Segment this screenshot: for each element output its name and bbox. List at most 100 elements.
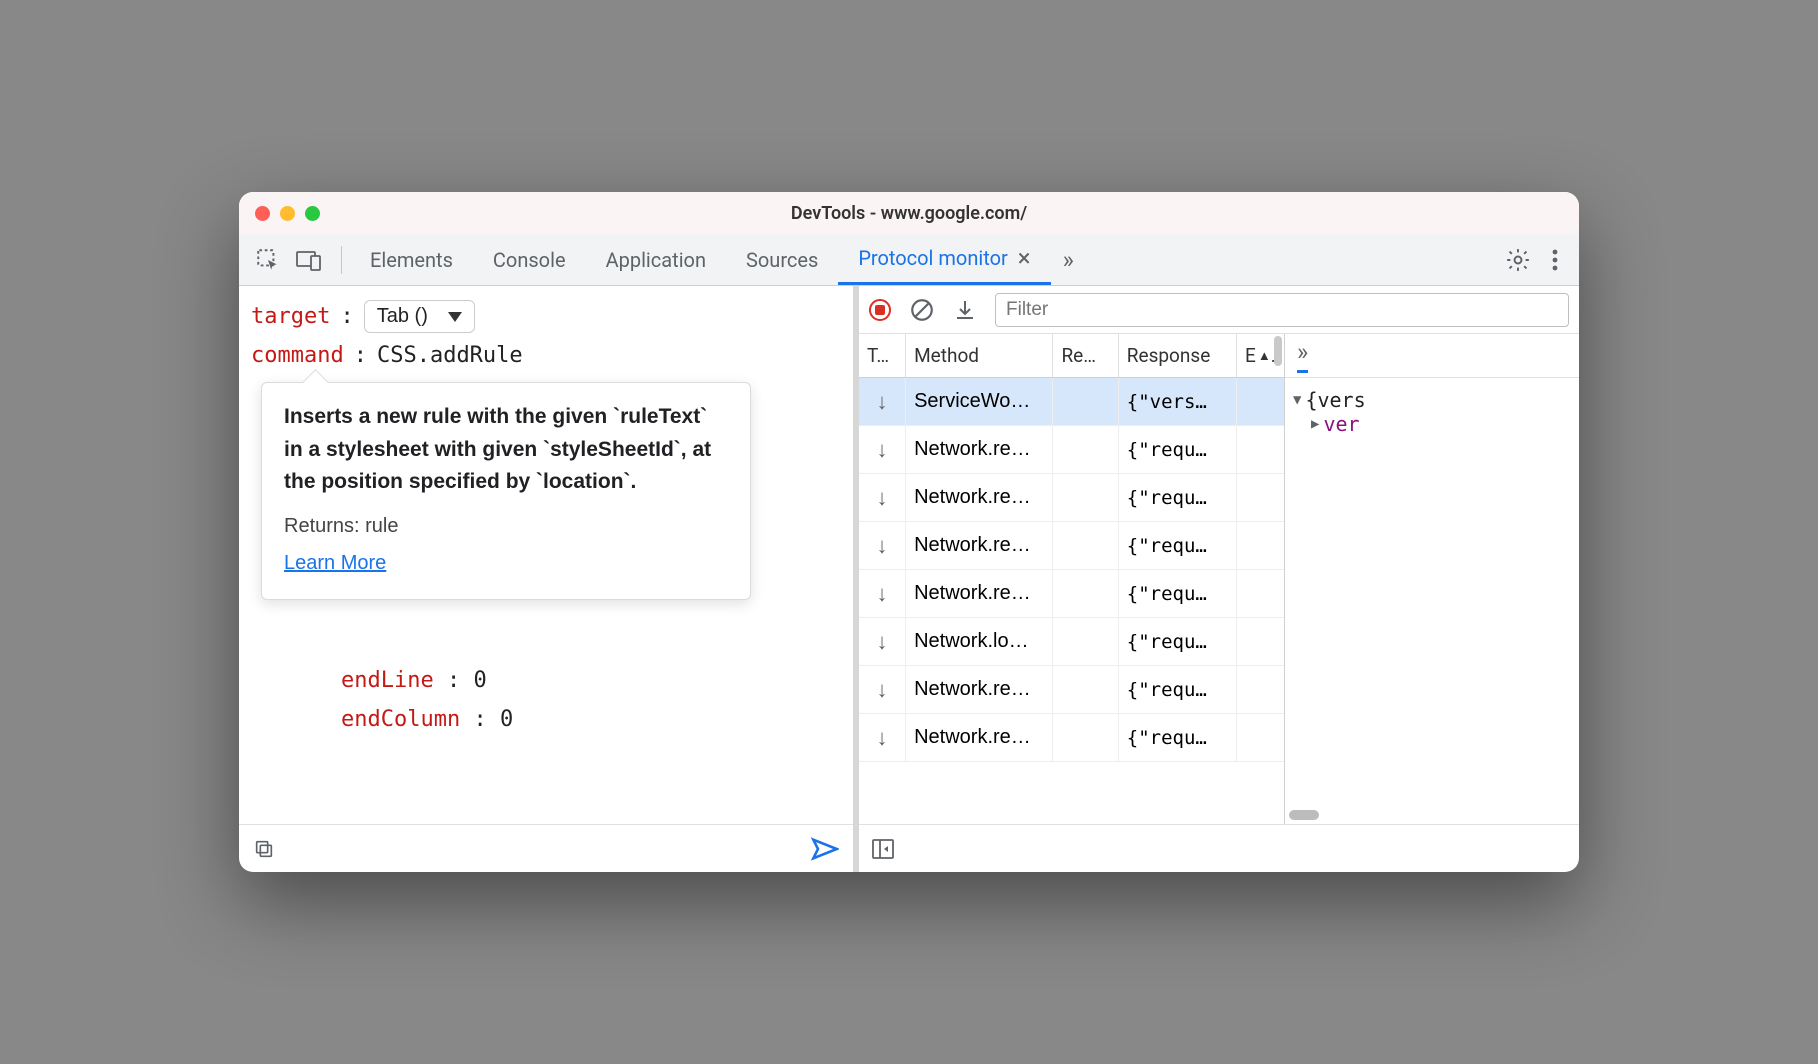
vertical-scrollbar-thumb[interactable] <box>1274 336 1282 366</box>
detail-pane: » ▼ {vers ▶ ver <box>1284 334 1579 824</box>
cell-direction: ↓ <box>859 618 906 665</box>
more-tabs-chevrons-icon[interactable]: » <box>1063 246 1074 274</box>
command-footer <box>239 824 853 872</box>
cell-elapsed <box>1237 570 1284 617</box>
cell-response: {"requ… <box>1119 714 1237 761</box>
horizontal-scrollbar[interactable] <box>1289 810 1575 820</box>
clear-button[interactable] <box>909 297 935 323</box>
tooltip-learn-more-link[interactable]: Learn More <box>284 548 728 579</box>
cell-method: Network.re… <box>906 714 1053 761</box>
target-select[interactable]: Tab () <box>364 300 475 333</box>
target-line: target: Tab () <box>251 300 841 333</box>
window-title: DevTools - www.google.com/ <box>791 203 1027 224</box>
copy-icon[interactable] <box>253 838 275 860</box>
param-value: : 0 <box>460 707 513 732</box>
cell-elapsed <box>1237 618 1284 665</box>
cell-direction: ↓ <box>859 426 906 473</box>
tab-console[interactable]: Console <box>473 234 586 285</box>
cell-method: Network.re… <box>906 570 1053 617</box>
table-row[interactable]: ↓Network.re… {"requ… <box>859 426 1284 474</box>
tooltip-description: Inserts a new rule with the given `ruleT… <box>284 401 728 499</box>
divider <box>341 246 342 274</box>
param-key: endColumn <box>341 707 460 732</box>
table-row[interactable]: ↓Network.re… {"requ… <box>859 714 1284 762</box>
cell-response: {"requ… <box>1119 570 1237 617</box>
cell-method: ServiceWo… <box>906 378 1053 425</box>
target-select-value: Tab () <box>377 305 428 328</box>
cell-request <box>1053 714 1118 761</box>
close-tab-icon[interactable]: × <box>1018 244 1031 272</box>
table-row[interactable]: ↓ServiceWo… {"vers… <box>859 378 1284 426</box>
monitor-toolbar <box>859 286 1579 334</box>
tab-elements[interactable]: Elements <box>350 234 473 285</box>
cell-response: {"requ… <box>1119 666 1237 713</box>
cell-direction: ↓ <box>859 714 906 761</box>
tab-protocol-monitor[interactable]: Protocol monitor × <box>838 234 1050 285</box>
detail-more-chevrons-icon[interactable]: » <box>1297 338 1308 373</box>
expand-triangle-icon: ▼ <box>1293 392 1301 408</box>
param-line[interactable]: endColumn : 0 <box>341 707 841 732</box>
maximize-window-button[interactable] <box>305 206 320 221</box>
cell-method: Network.re… <box>906 522 1053 569</box>
column-header-response[interactable]: Response <box>1119 334 1237 377</box>
cell-method: Network.re… <box>906 666 1053 713</box>
cell-response: {"requ… <box>1119 474 1237 521</box>
toggle-sidebar-icon[interactable] <box>871 838 895 860</box>
table-row[interactable]: ↓Network.re…{"requ… <box>859 522 1284 570</box>
param-line[interactable]: endLine : 0 <box>341 668 841 693</box>
cell-method: Network.re… <box>906 426 1053 473</box>
traffic-lights <box>255 206 320 221</box>
param-value: : 0 <box>434 668 487 693</box>
filter-input[interactable] <box>995 293 1569 327</box>
cell-response: {"requ… <box>1119 618 1237 665</box>
column-header-request[interactable]: Re… <box>1053 334 1118 377</box>
table-row[interactable]: ↓Network.re… {"requ… <box>859 474 1284 522</box>
send-command-button[interactable] <box>811 837 839 861</box>
device-toolbar-icon[interactable] <box>295 248 323 272</box>
cell-response: {"requ… <box>1119 426 1237 473</box>
record-button[interactable] <box>869 299 891 321</box>
events-table: T… Method Re… Response E▲. ↓ServiceWo…{"… <box>859 334 1284 824</box>
cell-elapsed <box>1237 378 1284 425</box>
cell-method: Network.re… <box>906 474 1053 521</box>
minimize-window-button[interactable] <box>280 206 295 221</box>
table-row[interactable]: ↓Network.re… {"requ… <box>859 666 1284 714</box>
download-button[interactable] <box>953 298 977 322</box>
tab-application[interactable]: Application <box>586 234 726 285</box>
scrollbar-thumb[interactable] <box>1289 810 1319 820</box>
inspect-element-icon[interactable] <box>255 247 281 273</box>
more-options-kebab-icon[interactable] <box>1551 248 1559 272</box>
table-row[interactable]: ↓Network.lo…{"requ… <box>859 618 1284 666</box>
column-header-type[interactable]: T… <box>859 334 906 377</box>
tab-label: Application <box>606 248 706 272</box>
tree-child-key: ver <box>1323 412 1359 436</box>
main-content: target: Tab () command: CSS.addRule Inse… <box>239 286 1579 872</box>
cell-response: {"vers… <box>1119 378 1237 425</box>
cell-direction: ↓ <box>859 474 906 521</box>
command-tooltip: Inserts a new rule with the given `ruleT… <box>261 382 751 600</box>
tab-label: Protocol monitor <box>858 246 1007 270</box>
command-value[interactable]: CSS.addRule <box>377 343 523 368</box>
tab-label: Console <box>493 248 566 272</box>
cell-elapsed <box>1237 474 1284 521</box>
command-label: command <box>251 343 344 368</box>
table-row[interactable]: ↓Network.re… {"requ… <box>859 570 1284 618</box>
devtools-tabs-bar: ElementsConsoleApplicationSourcesProtoco… <box>239 234 1579 286</box>
close-window-button[interactable] <box>255 206 270 221</box>
param-key: endLine <box>341 668 434 693</box>
cell-direction: ↓ <box>859 378 906 425</box>
cell-elapsed <box>1237 426 1284 473</box>
tree-child[interactable]: ▶ ver <box>1311 412 1571 436</box>
detail-tabs: » <box>1285 334 1579 378</box>
column-header-method[interactable]: Method <box>906 334 1053 377</box>
tree-root[interactable]: ▼ {vers <box>1293 388 1571 412</box>
cell-direction: ↓ <box>859 570 906 617</box>
tab-sources[interactable]: Sources <box>726 234 838 285</box>
expand-triangle-icon: ▶ <box>1311 416 1319 432</box>
devtools-window: DevTools - www.google.com/ Elements Conso… <box>239 192 1579 872</box>
tab-label: Elements <box>370 248 453 272</box>
settings-gear-icon[interactable] <box>1505 247 1531 273</box>
cell-direction: ↓ <box>859 666 906 713</box>
cell-direction: ↓ <box>859 522 906 569</box>
command-line: command: CSS.addRule <box>251 343 841 368</box>
